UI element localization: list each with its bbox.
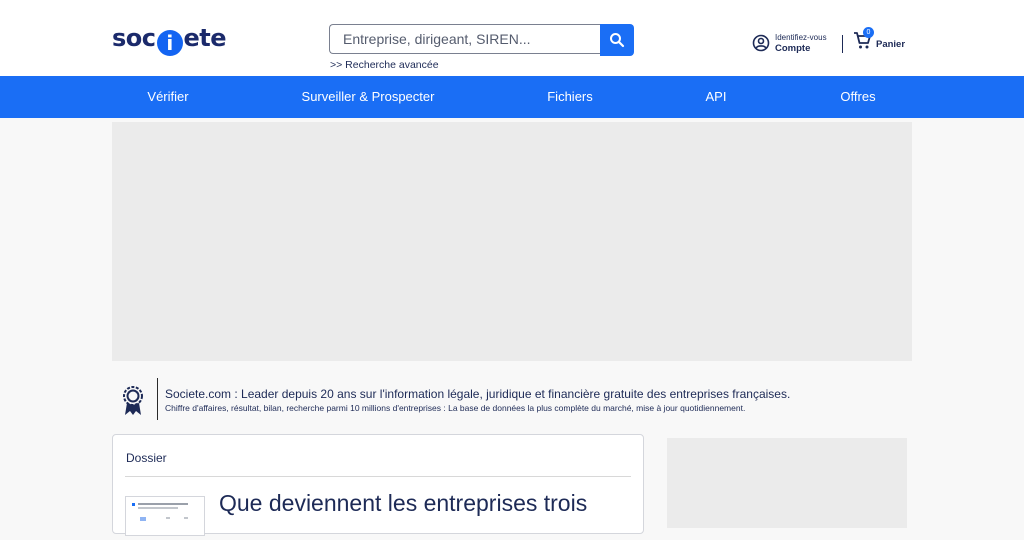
account-small-label: Identifiez-vous [775,33,827,42]
sidebar-ad-placeholder [667,438,907,528]
header-divider [842,35,843,53]
medal-icon [123,386,143,415]
search-bar [329,24,634,56]
cart-button[interactable]: 0 Panier [853,27,906,50]
cart-count-badge: 0 [863,27,874,38]
info-divider [157,378,158,420]
nav-item-offres[interactable]: Offres [840,76,875,118]
dossier-title: Dossier [126,451,167,465]
search-icon [610,33,625,48]
thumbnail-image [132,503,188,521]
main-nav: Vérifier Surveiller & Prospecter Fichier… [0,76,1024,118]
nav-item-surveiller[interactable]: Surveiller & Prospecter [302,76,435,118]
info-banner: Societe.com : Leader depuis 20 ans sur l… [112,378,912,420]
info-headline: Societe.com : Leader depuis 20 ans sur l… [165,387,791,401]
dossier-divider [125,476,631,477]
search-button[interactable] [600,24,634,56]
nav-item-fichiers[interactable]: Fichiers [547,76,593,118]
dossier-card: Dossier Que deviennent les entreprises t… [112,434,644,536]
site-header: societe >> Recherche avancée Identifiez-… [0,0,1024,76]
search-input[interactable] [329,24,601,54]
ad-banner-placeholder [112,122,912,361]
advanced-search-link[interactable]: >> Recherche avancée [330,59,439,71]
account-label: Compte [775,43,811,54]
nav-item-api[interactable]: API [706,76,727,118]
article-headline[interactable]: Que deviennent les entreprises trois [219,490,587,517]
logo-i-circle: i [156,30,183,56]
account-icon [752,34,770,52]
article-thumbnail[interactable] [125,496,205,536]
account-button[interactable]: Identifiez-vous Compte [752,31,827,55]
logo-text-start: soc [112,24,156,52]
societe-logo[interactable]: soc i ete [112,18,227,58]
cart-label: Panier [876,39,906,50]
info-subline: Chiffre d'affaires, résultat, bilan, rec… [165,403,746,413]
logo-text-end: ete [183,24,227,52]
nav-item-verifier[interactable]: Vérifier [147,76,188,118]
